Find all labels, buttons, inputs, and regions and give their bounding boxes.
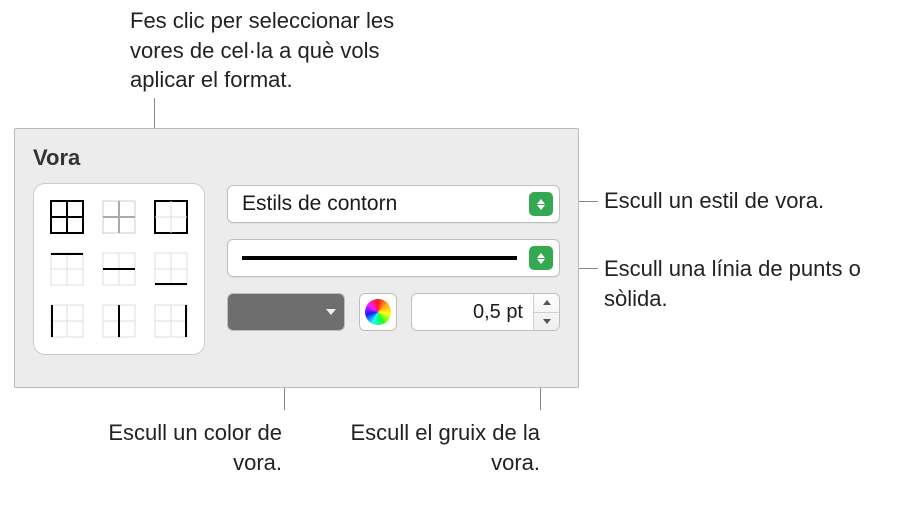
color-thickness-row: 0,5 pt	[227, 293, 560, 331]
border-color-well[interactable]	[227, 293, 345, 331]
dropdown-arrows-icon	[529, 192, 553, 216]
border-left-icon[interactable]	[44, 298, 90, 344]
step-up-icon	[543, 300, 551, 305]
line-preview-icon	[242, 256, 517, 260]
callout-border-grid: Fes clic per seleccionar les vores de ce…	[130, 6, 450, 95]
callout-line-pattern: Escull una línia de punts o sòlida.	[604, 254, 904, 313]
border-all-icon[interactable]	[44, 194, 90, 240]
section-title: Vora	[33, 145, 560, 171]
border-outside-icon[interactable]	[148, 194, 194, 240]
stepper-buttons	[533, 294, 559, 330]
dropdown-arrows-icon	[529, 246, 553, 270]
border-vertical-icon[interactable]	[96, 298, 142, 344]
dropdown-arrow-icon	[326, 309, 336, 315]
thickness-value: 0,5 pt	[412, 294, 533, 330]
border-selector-grid	[33, 183, 205, 355]
color-picker-button[interactable]	[359, 293, 397, 331]
border-panel: Vora	[14, 128, 579, 388]
border-inside-icon[interactable]	[96, 194, 142, 240]
line-pattern-popup[interactable]	[227, 239, 560, 277]
border-controls: Estils de contorn	[227, 183, 560, 331]
border-thickness-stepper[interactable]: 0,5 pt	[411, 293, 560, 331]
step-up-button[interactable]	[534, 294, 559, 313]
stroke-style-popup[interactable]: Estils de contorn	[227, 185, 560, 223]
callout-border-color: Escull un color de vora.	[62, 418, 282, 477]
border-horizontal-icon[interactable]	[96, 246, 142, 292]
step-down-icon	[543, 319, 551, 324]
step-down-button[interactable]	[534, 313, 559, 331]
border-bottom-icon[interactable]	[148, 246, 194, 292]
callout-border-thickness: Escull el gruix de la vora.	[320, 418, 540, 477]
color-wheel-icon	[365, 299, 391, 325]
border-top-icon[interactable]	[44, 246, 90, 292]
stroke-style-label: Estils de contorn	[242, 192, 397, 216]
callout-stroke-style: Escull un estil de vora.	[604, 186, 904, 216]
border-right-icon[interactable]	[148, 298, 194, 344]
panel-body: Estils de contorn	[33, 183, 560, 355]
